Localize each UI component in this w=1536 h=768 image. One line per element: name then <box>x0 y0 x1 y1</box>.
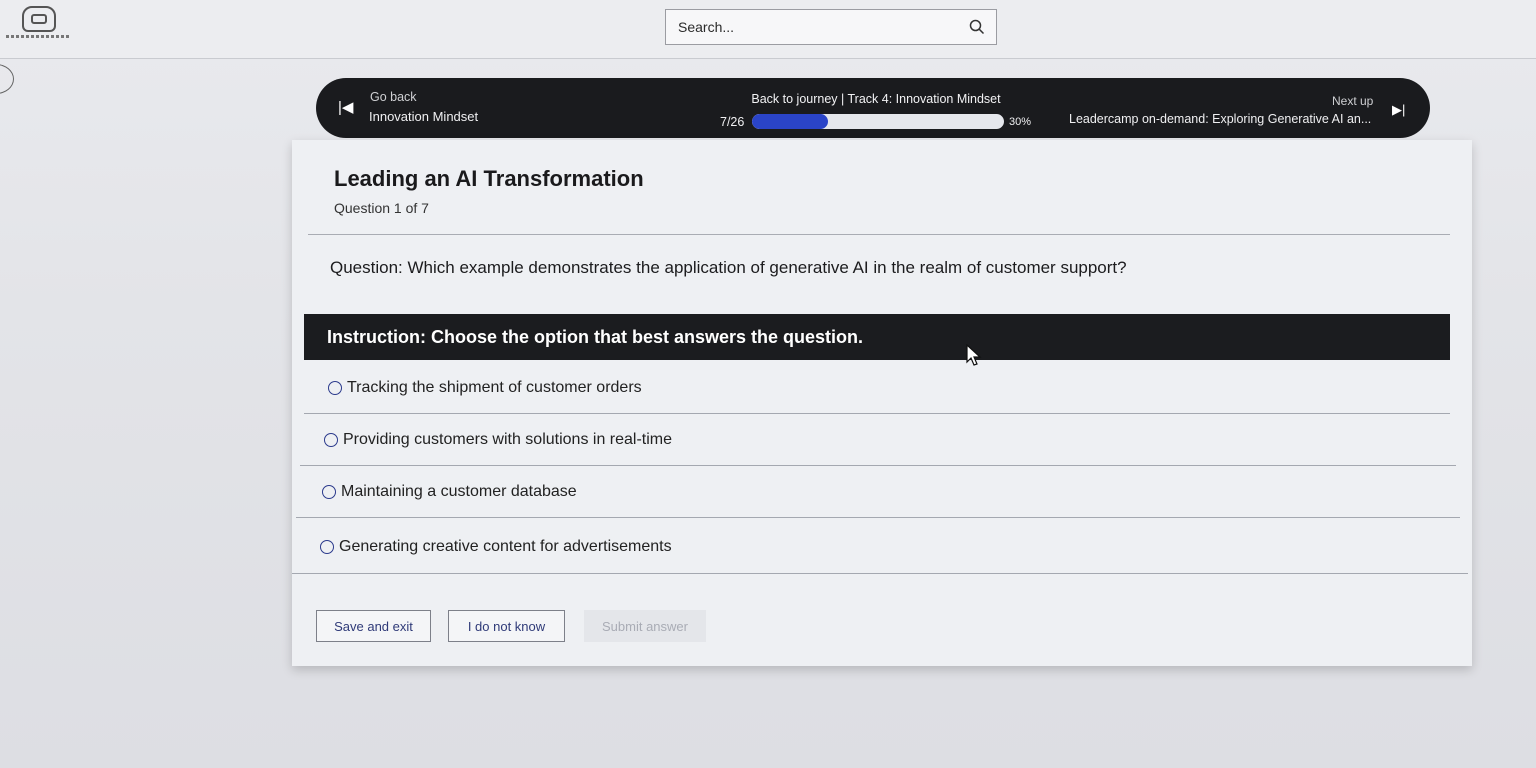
do-not-know-button[interactable]: I do not know <box>448 610 565 642</box>
divider <box>308 234 1450 235</box>
quiz-card: Leading an AI Transformation Question 1 … <box>292 140 1472 666</box>
logo-caption-graphic <box>6 35 70 38</box>
previous-icon[interactable]: |◀ <box>338 98 353 116</box>
answer-option-label: Providing customers with solutions in re… <box>343 430 673 448</box>
next-module-title[interactable]: Leadercamp on-demand: Exploring Generati… <box>1069 112 1375 126</box>
crest-icon <box>22 6 56 32</box>
government-crest-logo[interactable] <box>6 4 70 42</box>
answer-option[interactable]: Tracking the shipment of customer orders <box>304 362 1450 414</box>
side-menu-toggle[interactable] <box>0 64 14 94</box>
answer-option[interactable]: Providing customers with solutions in re… <box>300 414 1456 466</box>
answer-option-label: Tracking the shipment of customer orders <box>347 378 642 396</box>
previous-module-title[interactable]: Innovation Mindset <box>369 109 478 124</box>
next-icon[interactable]: ▶| <box>1392 102 1405 118</box>
progress-percent: 30% <box>1009 116 1032 128</box>
back-to-journey-link[interactable]: Back to journey | Track 4: Innovation Mi… <box>716 92 1036 106</box>
search-input[interactable]: Search... <box>666 19 968 35</box>
instruction-bar: Instruction: Choose the option that best… <box>304 314 1450 360</box>
save-and-exit-button[interactable]: Save and exit <box>316 610 431 642</box>
submit-answer-button[interactable]: Submit answer <box>584 610 706 642</box>
answer-option-label: Maintaining a customer database <box>341 482 577 500</box>
search-icon[interactable] <box>968 18 986 36</box>
go-back-label[interactable]: Go back <box>370 90 417 104</box>
next-up-label: Next up <box>1332 94 1374 108</box>
mouse-cursor-icon <box>966 344 982 366</box>
radio-button[interactable] <box>324 432 338 447</box>
radio-button[interactable] <box>320 539 334 554</box>
top-header: Search... <box>0 0 1536 59</box>
progress-bar <box>752 114 1004 129</box>
radio-button[interactable] <box>322 484 336 499</box>
question-text: Question: Which example demonstrates the… <box>330 258 1127 278</box>
search-box[interactable]: Search... <box>665 9 997 45</box>
question-body: : Which example demonstrates the applica… <box>398 258 1127 277</box>
progress-bar-fill <box>752 114 828 129</box>
answer-option-label: Generating creative content for advertis… <box>339 537 672 555</box>
answer-option[interactable]: Generating creative content for advertis… <box>292 520 1468 574</box>
question-label: Question <box>330 258 399 277</box>
radio-button[interactable] <box>328 380 342 395</box>
answer-option[interactable]: Maintaining a customer database <box>296 466 1460 518</box>
progress-count: 7/26 <box>720 115 745 129</box>
question-counter: Question 1 of 7 <box>334 200 429 216</box>
journey-navigation-bar: |◀ Go back Innovation Mindset Back to jo… <box>316 78 1430 138</box>
quiz-title: Leading an AI Transformation <box>334 166 644 191</box>
